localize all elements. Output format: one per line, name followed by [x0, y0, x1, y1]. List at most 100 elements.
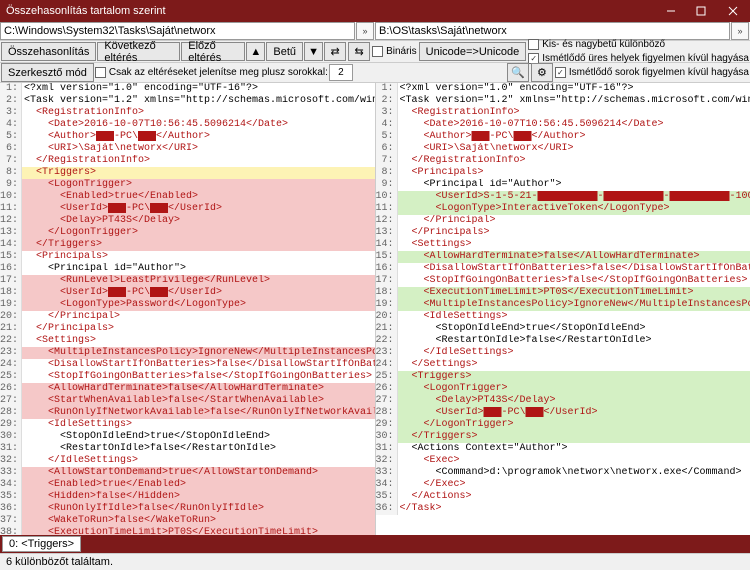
maximize-button[interactable]: [686, 0, 716, 22]
code-line[interactable]: 27: <Delay>PT43S</Delay>: [376, 395, 750, 407]
code-line[interactable]: 18: <ExecutionTimeLimit>PT0S</ExecutionT…: [376, 287, 750, 299]
code-line[interactable]: 6: <URI>\Saját\networx</URI>: [0, 143, 375, 155]
compare-button[interactable]: Összehasonlítás: [1, 42, 96, 61]
code-line[interactable]: 22: <RestartOnIdle>false</RestartOnIdle>: [376, 335, 750, 347]
code-line[interactable]: 10: <Enabled>true</Enabled>: [0, 191, 375, 203]
code-line[interactable]: 4: <Date>2016-10-07T10:56:45.5096214</Da…: [0, 119, 375, 131]
unicode-button[interactable]: Unicode=>Unicode: [419, 42, 527, 61]
code-line[interactable]: 3: <RegistrationInfo>: [376, 107, 750, 119]
font-button[interactable]: Betű: [266, 42, 303, 61]
repeat-check[interactable]: Ismétlődő sorok figyelmen kívül hagyása: [555, 66, 749, 80]
code-line[interactable]: 32: <Exec>: [376, 455, 750, 467]
code-line[interactable]: 25: <StopIfGoingOnBatteries>false</StopI…: [0, 371, 375, 383]
next-diff-button[interactable]: Következő eltérés: [97, 42, 180, 61]
code-line[interactable]: 8: <Principals>: [376, 167, 750, 179]
code-line[interactable]: 30: </Triggers>: [376, 431, 750, 443]
code-line[interactable]: 9: <Principal id="Author">: [376, 179, 750, 191]
code-line[interactable]: 4: <Date>2016-10-07T10:56:45.5096214</Da…: [376, 119, 750, 131]
code-line[interactable]: 23: </IdleSettings>: [376, 347, 750, 359]
code-line[interactable]: 36:</Task>: [376, 503, 750, 515]
code-line[interactable]: 11: <LogonType>InteractiveToken</LogonTy…: [376, 203, 750, 215]
font-up-icon[interactable]: ▲: [246, 42, 265, 61]
code-line[interactable]: 28: <RunOnlyIfNetworkAvailable>false</Ru…: [0, 407, 375, 419]
diff-tab-0[interactable]: 0: <Triggers>: [2, 536, 81, 552]
editor-mode-button[interactable]: Szerkesztő mód: [1, 63, 94, 82]
copy-left-icon[interactable]: ⇄: [324, 42, 346, 61]
code-line[interactable]: 33: <AllowStartOnDemand>true</AllowStart…: [0, 467, 375, 479]
code-line[interactable]: 31: <Actions Context="Author">: [376, 443, 750, 455]
code-line[interactable]: 5: <Author>███-PC\███</Author>: [376, 131, 750, 143]
code-line[interactable]: 29: </LogonTrigger>: [376, 419, 750, 431]
code-line[interactable]: 13: </LogonTrigger>: [0, 227, 375, 239]
extra-lines-input[interactable]: [329, 64, 353, 81]
code-line[interactable]: 14: <Settings>: [376, 239, 750, 251]
code-line[interactable]: 15: <AllowHardTerminate>false</AllowHard…: [376, 251, 750, 263]
code-line[interactable]: 7: </RegistrationInfo>: [0, 155, 375, 167]
code-line[interactable]: 26: <LogonTrigger>: [376, 383, 750, 395]
code-line[interactable]: 21: </Principals>: [0, 323, 375, 335]
code-line[interactable]: 19: <MultipleInstancesPolicy>IgnoreNew</…: [376, 299, 750, 311]
code-line[interactable]: 12: </Principal>: [376, 215, 750, 227]
code-line[interactable]: 13: </Principals>: [376, 227, 750, 239]
font-down-icon[interactable]: ▼: [304, 42, 323, 61]
code-line[interactable]: 20: <IdleSettings>: [376, 311, 750, 323]
code-line[interactable]: 16: <DisallowStartIfOnBatteries>false</D…: [376, 263, 750, 275]
right-pane[interactable]: 1:<?xml version="1.0" encoding="UTF-16"?…: [376, 83, 750, 535]
titlebar: Összehasonlítás tartalom szerint: [0, 0, 750, 22]
code-line[interactable]: 29: <IdleSettings>: [0, 419, 375, 431]
code-line[interactable]: 5: <Author>███-PC\███</Author>: [0, 131, 375, 143]
prev-diff-button[interactable]: Előző eltérés: [181, 42, 245, 61]
code-line[interactable]: 6: <URI>\Saját\networx</URI>: [376, 143, 750, 155]
case-check[interactable]: Kis- és nagybetű különböző: [528, 38, 749, 52]
code-line[interactable]: 22: <Settings>: [0, 335, 375, 347]
code-line[interactable]: 26: <AllowHardTerminate>false</AllowHard…: [0, 383, 375, 395]
code-line[interactable]: 11: <UserId>███-PC\███</UserId>: [0, 203, 375, 215]
code-line[interactable]: 21: <StopOnIdleEnd>true</StopOnIdleEnd>: [376, 323, 750, 335]
code-line[interactable]: 18: <UserId>███-PC\███</UserId>: [0, 287, 375, 299]
code-line[interactable]: 17: <StopIfGoingOnBatteries>false</StopI…: [376, 275, 750, 287]
tab-bar: 0: <Triggers>: [0, 535, 750, 553]
code-line[interactable]: 24: <DisallowStartIfOnBatteries>false</D…: [0, 359, 375, 371]
code-line[interactable]: 31: <RestartOnIdle>false</RestartOnIdle>: [0, 443, 375, 455]
code-line[interactable]: 33: <Command>d:\programok\networx\networ…: [376, 467, 750, 479]
code-line[interactable]: 2:<Task version="1.2" xmlns="http://sche…: [376, 95, 750, 107]
code-line[interactable]: 35: </Actions>: [376, 491, 750, 503]
code-line[interactable]: 19: <LogonType>Password</LogonType>: [0, 299, 375, 311]
code-line[interactable]: 2:<Task version="1.2" xmlns="http://sche…: [0, 95, 375, 107]
code-line[interactable]: 36: <RunOnlyIfIdle>false</RunOnlyIfIdle>: [0, 503, 375, 515]
code-line[interactable]: 12: <Delay>PT43S</Delay>: [0, 215, 375, 227]
close-button[interactable]: [716, 0, 750, 22]
code-line[interactable]: 32: </IdleSettings>: [0, 455, 375, 467]
copy-right-icon[interactable]: ⇆: [348, 42, 370, 61]
code-line[interactable]: 16: <Principal id="Author">: [0, 263, 375, 275]
code-line[interactable]: 15: <Principals>: [0, 251, 375, 263]
code-line[interactable]: 27: <StartWhenAvailable>false</StartWhen…: [0, 395, 375, 407]
settings-icon[interactable]: ⚙: [531, 63, 553, 82]
code-line[interactable]: 1:<?xml version="1.0" encoding="UTF-16"?…: [376, 83, 750, 95]
code-line[interactable]: 24: </Settings>: [376, 359, 750, 371]
code-line[interactable]: 14: </Triggers>: [0, 239, 375, 251]
onlydiff-check[interactable]: Csak az eltéréseket jelenítse meg plusz …: [95, 66, 328, 80]
search-icon[interactable]: 🔍: [507, 63, 529, 82]
code-line[interactable]: 28: <UserId>███-PC\███</UserId>: [376, 407, 750, 419]
code-line[interactable]: 23: <MultipleInstancesPolicy>IgnoreNew</…: [0, 347, 375, 359]
binary-check[interactable]: Bináris: [372, 45, 417, 59]
path-left-input[interactable]: [0, 22, 355, 40]
code-line[interactable]: 30: <StopOnIdleEnd>true</StopOnIdleEnd>: [0, 431, 375, 443]
left-pane[interactable]: 1:<?xml version="1.0" encoding="UTF-16"?…: [0, 83, 376, 535]
code-line[interactable]: 7: </RegistrationInfo>: [376, 155, 750, 167]
code-line[interactable]: 25: <Triggers>: [376, 371, 750, 383]
code-line[interactable]: 34: <Enabled>true</Enabled>: [0, 479, 375, 491]
code-line[interactable]: 10: <UserId>S-1-5-21-██████████-████████…: [376, 191, 750, 203]
code-line[interactable]: 1:<?xml version="1.0" encoding="UTF-16"?…: [0, 83, 375, 95]
code-line[interactable]: 35: <Hidden>false</Hidden>: [0, 491, 375, 503]
code-line[interactable]: 9: <LogonTrigger>: [0, 179, 375, 191]
code-line[interactable]: 8: <Triggers>: [0, 167, 375, 179]
code-line[interactable]: 17: <RunLevel>LeastPrivilege</RunLevel>: [0, 275, 375, 287]
code-line[interactable]: 37: <WakeToRun>false</WakeToRun>: [0, 515, 375, 527]
code-line[interactable]: 34: </Exec>: [376, 479, 750, 491]
window-buttons: [656, 0, 750, 22]
code-line[interactable]: 20: </Principal>: [0, 311, 375, 323]
code-line[interactable]: 3: <RegistrationInfo>: [0, 107, 375, 119]
minimize-button[interactable]: [656, 0, 686, 22]
